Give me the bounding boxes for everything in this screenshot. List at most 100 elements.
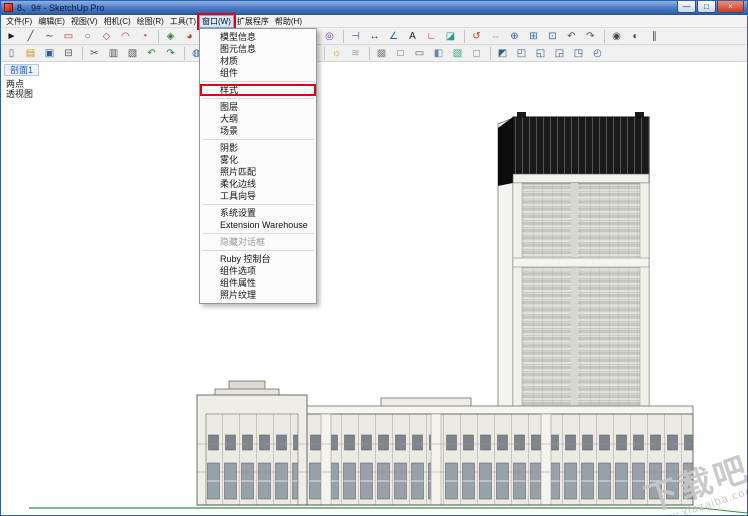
toolbar-separator: [158, 29, 159, 43]
tool-zoom-extents-icon[interactable]: ⊡: [544, 29, 561, 44]
menu-item-extension-warehouse[interactable]: Extension Warehouse: [200, 219, 316, 231]
menu-item-hide-dialogs: 隐藏对话框: [220, 237, 266, 247]
toolbar-row-2: ▯▤▣⊟✂▥▧↶↷◍◉◩◈▨≡▦☼≋▩□▭◧▧◻◩◰◱◲◳◴: [1, 45, 747, 62]
tool-zoom-icon[interactable]: ⊕: [506, 29, 523, 44]
menubar-item-window[interactable]: 窗口(W): [197, 12, 236, 30]
tool-front-view-icon[interactable]: ◱: [532, 46, 549, 61]
maximize-button[interactable]: □: [697, 1, 716, 13]
tool-line-icon[interactable]: ╱: [22, 29, 39, 44]
menu-item-layers[interactable]: 图层: [200, 101, 316, 113]
tool-position-camera-icon[interactable]: ◉: [608, 29, 625, 44]
tool-monochrome-icon[interactable]: ◻: [468, 46, 485, 61]
tool-previous-view-icon[interactable]: ↶: [563, 29, 580, 44]
scene-tab[interactable]: 剖面1: [4, 64, 40, 76]
tool-wireframe-icon[interactable]: □: [392, 46, 409, 61]
tool-select-icon[interactable]: ►: [3, 29, 20, 44]
menubar-item-tools[interactable]: 工具(T): [167, 15, 199, 28]
window-menu-dropdown: 模型信息 图元信息 材质 组件样式图层 大纲 场景阴影 雾化 照片匹配 柔化边线 工具向导系统设置…: [199, 28, 317, 304]
tool-undo-icon[interactable]: ↶: [143, 46, 160, 61]
tool-make-component-icon[interactable]: ◈: [162, 29, 179, 44]
menubar-item-draw[interactable]: 绘图(R): [134, 15, 167, 28]
tool-paint-bucket-icon[interactable]: ◕: [181, 29, 198, 44]
tool-walk-icon[interactable]: ∥: [646, 29, 663, 44]
tool-next-view-icon[interactable]: ↷: [582, 29, 599, 44]
tool-right-view-icon[interactable]: ◲: [551, 46, 568, 61]
tool-fog-icon[interactable]: ≋: [347, 46, 364, 61]
building-model: [29, 112, 747, 514]
tool-section-plane-icon[interactable]: ◪: [442, 29, 459, 44]
toolbar-separator: [490, 46, 491, 60]
menubar: 文件(F) 编辑(E) 视图(V) 相机(C) 绘图(R) 工具(T) 窗口(W) 扩展程序帮…: [1, 12, 747, 30]
tool-top-view-icon[interactable]: ◰: [513, 46, 530, 61]
menubar-item-help[interactable]: 帮助(H): [272, 15, 305, 28]
menu-item-shadows[interactable]: 阴影: [200, 142, 316, 154]
tool-shaded-icon[interactable]: ◧: [430, 46, 447, 61]
tool-left-view-icon[interactable]: ◴: [589, 46, 606, 61]
tool-xray-icon[interactable]: ▩: [373, 46, 390, 61]
tool-paste-icon[interactable]: ▧: [124, 46, 141, 61]
toolbar-separator: [184, 46, 185, 60]
menu-item-preferences[interactable]: 系统设置: [200, 207, 316, 219]
menu-item-component-attributes[interactable]: 组件属性: [200, 277, 316, 289]
ground-line: [29, 507, 747, 514]
tool-look-around-icon[interactable]: ◐: [627, 29, 644, 44]
tool-save-icon[interactable]: ▣: [41, 46, 58, 61]
tool-polygon-icon[interactable]: ◇: [98, 29, 115, 44]
menubar-item-edit[interactable]: 编辑(E): [35, 15, 68, 28]
window-controls: — □ ×: [676, 1, 744, 13]
tool-axes-icon[interactable]: ∟: [423, 29, 440, 44]
menu-item-model-info[interactable]: 模型信息: [200, 31, 316, 43]
menu-item-component-options[interactable]: 组件选项: [200, 265, 316, 277]
tool-print-icon[interactable]: ⊟: [60, 46, 77, 61]
tool-protractor-icon[interactable]: ∠: [385, 29, 402, 44]
tool-freehand-icon[interactable]: ∼: [41, 29, 58, 44]
tool-text-icon[interactable]: A: [404, 29, 421, 44]
menu-item-components[interactable]: 组件: [200, 67, 316, 79]
toolbar-separator: [343, 29, 344, 43]
menubar-item-camera[interactable]: 相机(C): [101, 15, 134, 28]
application-window: 8、9# - SketchUp Pro — □ × 文件(F) 编辑(E) 视图(V) 相…: [0, 0, 748, 516]
drawing-canvas[interactable]: 剖面1 两点 透视图 下载吧 www.xiazaiba.com: [1, 62, 747, 515]
tool-orbit-icon[interactable]: ↺: [468, 29, 485, 44]
tool-copy-icon[interactable]: ▥: [105, 46, 122, 61]
tool-iso-view-icon[interactable]: ◩: [494, 46, 511, 61]
menu-item-materials[interactable]: 材质: [200, 55, 316, 67]
menu-item-scenes[interactable]: 场景: [200, 125, 316, 137]
menu-item-ruby-console[interactable]: Ruby 控制台: [200, 253, 316, 265]
tool-new-icon[interactable]: ▯: [3, 46, 20, 61]
menu-item-outliner[interactable]: 大纲: [200, 113, 316, 125]
tool-dimension-icon[interactable]: ↔: [366, 29, 383, 44]
tool-back-view-icon[interactable]: ◳: [570, 46, 587, 61]
window-title: 8、9# - SketchUp Pro: [17, 3, 105, 13]
tool-pie-icon[interactable]: ◔: [136, 29, 153, 44]
tool-offset-icon[interactable]: ◎: [321, 29, 338, 44]
menu-item-styles[interactable]: 样式: [200, 84, 316, 96]
tool-rectangle-icon[interactable]: ▭: [60, 29, 77, 44]
tool-pan-icon[interactable]: ⇔: [487, 29, 504, 44]
menu-separator: [202, 139, 314, 140]
tool-circle-icon[interactable]: ○: [79, 29, 96, 44]
menubar-item-extensions[interactable]: 扩展程序: [234, 15, 272, 28]
toolbar-separator: [604, 29, 605, 43]
tool-open-icon[interactable]: ▤: [22, 46, 39, 61]
menubar-item-file[interactable]: 文件(F): [3, 15, 35, 28]
menu-item-soften-edges[interactable]: 柔化边线: [200, 178, 316, 190]
tool-shadows-icon[interactable]: ☼: [328, 46, 345, 61]
menu-item-instructor[interactable]: 工具向导: [200, 190, 316, 202]
menu-separator: [202, 233, 314, 234]
tool-cut-icon[interactable]: ✂: [86, 46, 103, 61]
menu-item-match-photo[interactable]: 照片匹配: [200, 166, 316, 178]
close-button[interactable]: ×: [717, 1, 744, 13]
sketchup-logo-icon: [4, 3, 13, 12]
menubar-item-view[interactable]: 视图(V): [68, 15, 101, 28]
tool-hidden-line-icon[interactable]: ▭: [411, 46, 428, 61]
minimize-button[interactable]: —: [677, 1, 696, 13]
tool-shaded-textures-icon[interactable]: ▧: [449, 46, 466, 61]
menu-item-entity-info[interactable]: 图元信息: [200, 43, 316, 55]
tool-arc-icon[interactable]: ◠: [117, 29, 134, 44]
menu-item-fog[interactable]: 雾化: [200, 154, 316, 166]
tool-tape-measure-icon[interactable]: ⊣: [347, 29, 364, 44]
tool-zoom-window-icon[interactable]: ⊞: [525, 29, 542, 44]
menu-item-photo-textures[interactable]: 照片纹理: [200, 289, 316, 301]
tool-redo-icon[interactable]: ↷: [162, 46, 179, 61]
